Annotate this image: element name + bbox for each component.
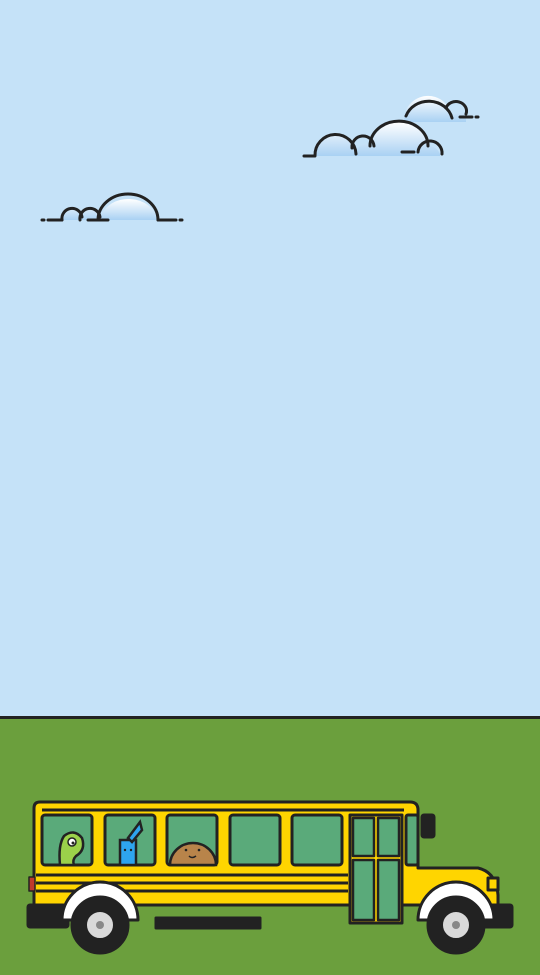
scene-art [26, 95, 514, 955]
rear-wheel-icon [60, 880, 140, 955]
front-wheel-icon [416, 880, 496, 955]
school-bus-icon [26, 800, 514, 955]
cloud-right-icon [302, 95, 480, 158]
game-scene [0, 0, 540, 975]
cloud-left-icon [40, 192, 184, 222]
